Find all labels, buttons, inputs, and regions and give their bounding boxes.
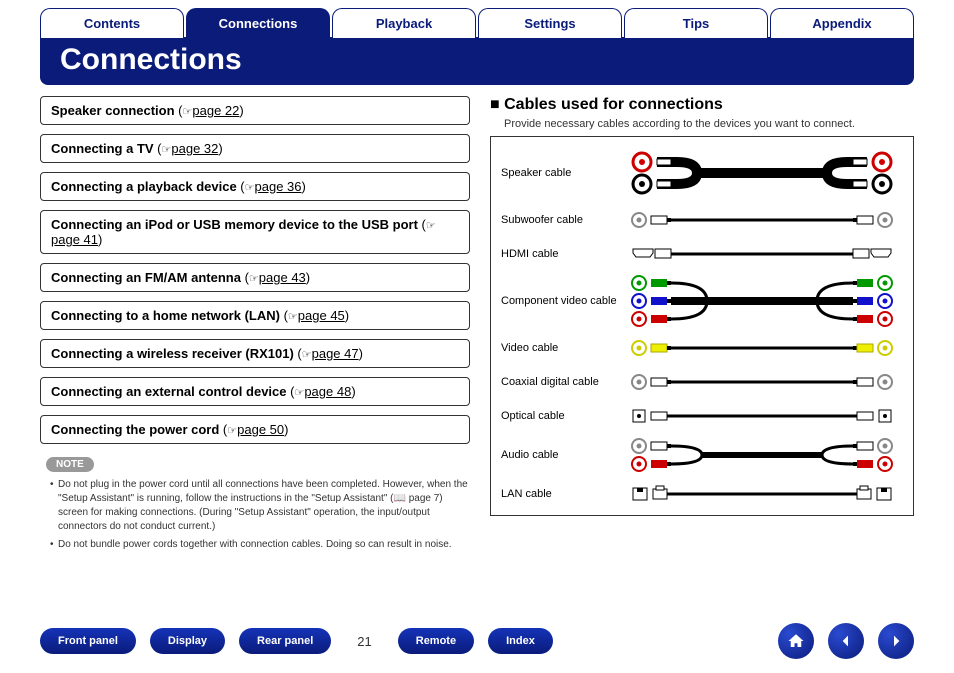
link-antenna[interactable]: Connecting an FM/AM antenna (☞page 43): [40, 263, 470, 292]
page-link[interactable]: page 41: [51, 232, 98, 247]
page-link[interactable]: page 36: [255, 179, 302, 194]
link-playback-device[interactable]: Connecting a playback device (☞page 36): [40, 172, 470, 201]
cable-row-lan: LAN cable: [501, 477, 903, 511]
hand-icon: ☞: [183, 106, 193, 118]
page-number: 21: [345, 634, 383, 649]
audio-cable-icon: [621, 435, 903, 475]
tab-contents[interactable]: Contents: [40, 8, 184, 38]
cable-label: Coaxial digital cable: [501, 376, 621, 388]
page-link[interactable]: page 48: [304, 384, 351, 399]
cable-row-audio: Audio cable: [501, 433, 903, 477]
cable-label: Video cable: [501, 342, 621, 354]
tab-settings[interactable]: Settings: [478, 8, 622, 38]
hand-icon: ☞: [245, 182, 255, 194]
link-label: Speaker connection: [51, 103, 175, 118]
cables-subtitle: Provide necessary cables according to th…: [504, 118, 914, 130]
link-power-cord[interactable]: Connecting the power cord (☞page 50): [40, 415, 470, 444]
page-title: Connections: [40, 37, 914, 85]
cable-label: HDMI cable: [501, 248, 621, 260]
page-link[interactable]: page 47: [312, 346, 359, 361]
cable-row-hdmi: HDMI cable: [501, 237, 903, 271]
cable-label: Audio cable: [501, 449, 621, 461]
cable-row-speaker: Speaker cable: [501, 143, 903, 203]
link-lan[interactable]: Connecting to a home network (LAN) (☞pag…: [40, 301, 470, 330]
tab-appendix[interactable]: Appendix: [770, 8, 914, 38]
cable-row-video: Video cable: [501, 331, 903, 365]
cable-label: Subwoofer cable: [501, 214, 621, 226]
link-wireless[interactable]: Connecting a wireless receiver (RX101) (…: [40, 339, 470, 368]
link-usb[interactable]: Connecting an iPod or USB memory device …: [40, 210, 470, 254]
hand-icon: ☞: [249, 273, 259, 285]
link-label: Connecting to a home network (LAN): [51, 308, 280, 323]
link-speaker[interactable]: Speaker connection (☞page 22): [40, 96, 470, 125]
display-button[interactable]: Display: [150, 628, 225, 654]
cable-row-component: Component video cable: [501, 271, 903, 331]
link-label: Connecting a wireless receiver (RX101): [51, 346, 294, 361]
tab-playback[interactable]: Playback: [332, 8, 476, 38]
tab-bar: Contents Connections Playback Settings T…: [0, 0, 954, 38]
cable-label: LAN cable: [501, 488, 621, 500]
cable-row-subwoofer: Subwoofer cable: [501, 203, 903, 237]
note-item: Do not bundle power cords together with …: [50, 538, 470, 552]
hand-icon: ☞: [227, 425, 237, 437]
link-label: Connecting the power cord: [51, 422, 219, 437]
page-link[interactable]: page 22: [192, 103, 239, 118]
lan-cable-icon: [621, 484, 903, 504]
page-link[interactable]: page 43: [259, 270, 306, 285]
cables-title: Cables used for connections: [490, 96, 914, 114]
link-label: Connecting a playback device: [51, 179, 237, 194]
index-button[interactable]: Index: [488, 628, 553, 654]
tab-connections[interactable]: Connections: [186, 8, 330, 38]
link-label: Connecting an FM/AM antenna: [51, 270, 241, 285]
home-icon[interactable]: [778, 623, 814, 659]
cable-row-optical: Optical cable: [501, 399, 903, 433]
footer: Front panel Display Rear panel 21 Remote…: [0, 623, 954, 659]
hand-icon: ☞: [426, 220, 436, 232]
link-label: Connecting a TV: [51, 141, 154, 156]
hand-icon: ☞: [162, 144, 172, 156]
page-link[interactable]: page 50: [237, 422, 284, 437]
coaxial-cable-icon: [621, 372, 903, 392]
note-badge: NOTE: [46, 457, 94, 472]
speaker-cable-icon: [621, 148, 903, 198]
hand-icon: ☞: [302, 349, 312, 361]
hand-icon: ☞: [288, 311, 298, 323]
hand-icon: ☞: [294, 387, 304, 399]
forward-icon[interactable]: [878, 623, 914, 659]
cable-label: Optical cable: [501, 410, 621, 422]
remote-button[interactable]: Remote: [398, 628, 474, 654]
link-tv[interactable]: Connecting a TV (☞page 32): [40, 134, 470, 163]
component-cable-icon: [621, 273, 903, 329]
front-panel-button[interactable]: Front panel: [40, 628, 136, 654]
page-link[interactable]: page 32: [171, 141, 218, 156]
cable-table: Speaker cable: [490, 136, 914, 516]
cable-row-coaxial: Coaxial digital cable: [501, 365, 903, 399]
cable-label: Component video cable: [501, 295, 621, 307]
tab-tips[interactable]: Tips: [624, 8, 768, 38]
hdmi-cable-icon: [621, 244, 903, 264]
link-label: Connecting an iPod or USB memory device …: [51, 217, 418, 232]
note-list: Do not plug in the power cord until all …: [40, 478, 470, 552]
optical-cable-icon: [621, 406, 903, 426]
cable-label: Speaker cable: [501, 167, 621, 179]
page-link[interactable]: page 45: [298, 308, 345, 323]
note-item: Do not plug in the power cord until all …: [50, 478, 470, 534]
subwoofer-cable-icon: [621, 210, 903, 230]
link-label: Connecting an external control device: [51, 384, 287, 399]
back-icon[interactable]: [828, 623, 864, 659]
link-external-control[interactable]: Connecting an external control device (☞…: [40, 377, 470, 406]
video-cable-icon: [621, 338, 903, 358]
rear-panel-button[interactable]: Rear panel: [239, 628, 331, 654]
